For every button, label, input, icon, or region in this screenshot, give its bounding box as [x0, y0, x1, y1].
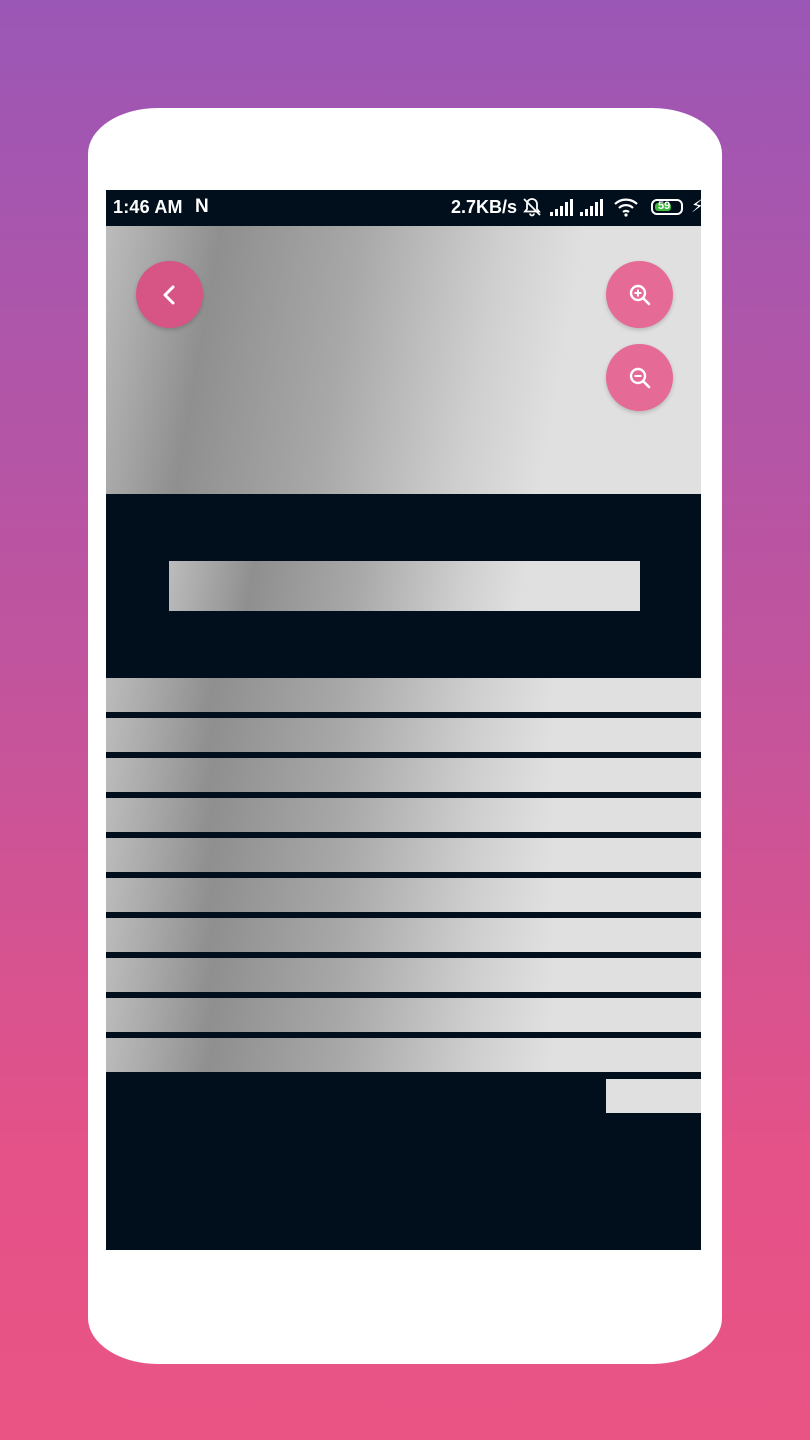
text-line-placeholder	[106, 798, 701, 832]
zoom-out-button[interactable]	[606, 344, 673, 411]
text-line-placeholder	[106, 878, 701, 912]
battery-level: 59	[658, 200, 671, 212]
text-line-placeholder	[106, 958, 701, 992]
text-line-placeholder	[106, 678, 701, 712]
back-button[interactable]	[136, 261, 203, 328]
chevron-left-icon	[163, 285, 174, 304]
network-speed: 2.7KB/s	[451, 197, 518, 217]
text-line-placeholder	[106, 758, 701, 792]
signal-icon	[580, 199, 603, 216]
text-line-placeholder	[106, 838, 701, 872]
status-icons: 59 ⚡	[521, 196, 701, 220]
charging-bolt-icon: ⚡	[691, 196, 701, 216]
network-indicator-icon: N	[195, 196, 209, 217]
zoom-in-icon	[629, 284, 650, 305]
meta-placeholder	[606, 1079, 701, 1113]
battery-icon: 59	[651, 199, 683, 215]
text-line-placeholder	[106, 1038, 701, 1072]
notifications-off-icon	[523, 198, 541, 217]
text-line-placeholder	[106, 998, 701, 1032]
text-line-placeholder	[106, 918, 701, 952]
zoom-in-button[interactable]	[606, 261, 673, 328]
status-time: 1:46 AM	[113, 197, 183, 217]
wifi-icon	[614, 198, 638, 217]
signal-icon	[550, 199, 573, 216]
status-bar: 1:46 AM N 2.7KB/s 59 ⚡	[106, 190, 701, 226]
app-screen: 1:46 AM N 2.7KB/s 59 ⚡	[106, 190, 701, 1250]
text-line-placeholder	[106, 718, 701, 752]
zoom-out-icon	[629, 367, 650, 388]
title-placeholder	[169, 561, 640, 611]
